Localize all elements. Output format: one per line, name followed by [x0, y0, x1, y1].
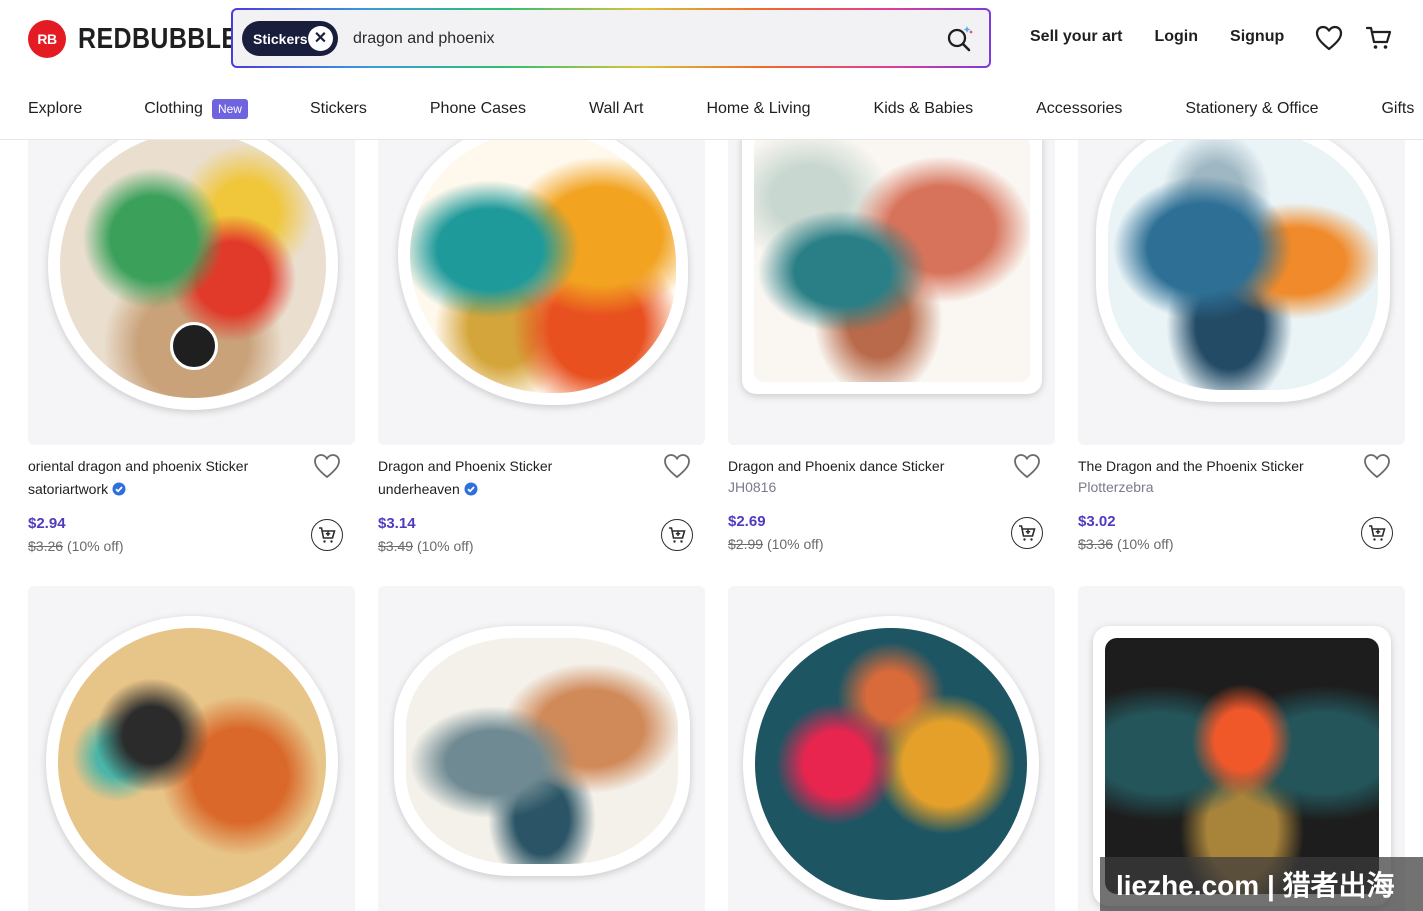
sale-price: $3.14 [378, 515, 416, 532]
product-image[interactable] [378, 130, 705, 445]
search-input[interactable] [353, 24, 913, 54]
heart-icon[interactable] [1013, 453, 1041, 479]
add-to-cart-button[interactable] [311, 519, 343, 551]
stickers-filter-chip[interactable]: Stickers ✕ [242, 21, 338, 56]
logo-wordmark: REDBUBBLE [78, 22, 239, 55]
product-image[interactable] [728, 586, 1055, 911]
account-nav: Sell your art Login Signup [1030, 28, 1316, 46]
product-image[interactable] [378, 586, 705, 911]
cart-plus-icon [1369, 525, 1386, 541]
close-icon[interactable]: ✕ [308, 26, 333, 51]
category-stickers[interactable]: Stickers [310, 100, 367, 118]
category-explore[interactable]: Explore [28, 100, 82, 118]
artist-name[interactable]: underheaven [378, 481, 478, 497]
cart-plus-icon [669, 527, 686, 543]
heart-icon[interactable] [1315, 25, 1343, 51]
logo-mark: RB [28, 20, 66, 58]
category-nav: Explore Clothing New Stickers Phone Cases… [28, 99, 1414, 119]
cart-icon[interactable] [1366, 25, 1392, 51]
heart-icon[interactable] [1363, 453, 1391, 479]
original-price: $3.36 (10% off) [1078, 536, 1174, 552]
artist-name[interactable]: satoriartwork [28, 481, 126, 497]
original-price: $2.99 (10% off) [728, 536, 824, 552]
new-badge: New [211, 99, 248, 119]
heart-icon[interactable] [313, 453, 341, 479]
product-image[interactable] [1078, 130, 1405, 445]
category-home-living[interactable]: Home & Living [706, 100, 810, 118]
category-clothing[interactable]: Clothing New [144, 99, 248, 119]
heart-icon[interactable] [663, 453, 691, 479]
product-title[interactable]: oriental dragon and phoenix Sticker [28, 458, 248, 474]
category-phone-cases[interactable]: Phone Cases [430, 100, 526, 118]
cart-plus-icon [1019, 525, 1036, 541]
chip-label: Stickers [253, 30, 308, 47]
category-kids-babies[interactable]: Kids & Babies [874, 100, 974, 118]
login-link[interactable]: Login [1154, 28, 1198, 46]
category-gifts[interactable]: Gifts [1381, 100, 1414, 118]
original-price: $3.49 (10% off) [378, 538, 474, 554]
category-wall-art[interactable]: Wall Art [589, 100, 644, 118]
signup-link[interactable]: Signup [1230, 28, 1284, 46]
search-bar: Stickers ✕ [231, 8, 991, 68]
product-title[interactable]: Dragon and Phoenix dance Sticker [728, 458, 944, 474]
product-title[interactable]: Dragon and Phoenix Sticker [378, 458, 552, 474]
sell-your-art-link[interactable]: Sell your art [1030, 28, 1122, 46]
sale-price: $2.69 [728, 513, 766, 530]
product-image[interactable] [28, 586, 355, 911]
redbubble-logo[interactable]: RB REDBUBBLE [28, 20, 265, 58]
sale-price: $3.02 [1078, 513, 1116, 530]
verified-icon [464, 482, 478, 496]
artist-name[interactable]: JH0816 [728, 479, 776, 495]
cart-plus-icon [319, 527, 336, 543]
product-image[interactable] [728, 130, 1055, 445]
sale-price: $2.94 [28, 515, 66, 532]
add-to-cart-button[interactable] [1011, 517, 1043, 549]
watermark: liezhe.com | 猎者出海 [1100, 857, 1423, 911]
verified-icon [112, 482, 126, 496]
category-stationery-office[interactable]: Stationery & Office [1185, 100, 1318, 118]
site-header: RB REDBUBBLE Stickers ✕ Sell your art Lo… [0, 0, 1423, 140]
search-icon[interactable] [943, 23, 975, 55]
category-accessories[interactable]: Accessories [1036, 100, 1122, 118]
original-price: $3.26 (10% off) [28, 538, 124, 554]
add-to-cart-button[interactable] [1361, 517, 1393, 549]
artist-name[interactable]: Plotterzebra [1078, 479, 1153, 495]
add-to-cart-button[interactable] [661, 519, 693, 551]
product-title[interactable]: The Dragon and the Phoenix Sticker [1078, 458, 1304, 474]
product-image[interactable] [28, 130, 355, 445]
